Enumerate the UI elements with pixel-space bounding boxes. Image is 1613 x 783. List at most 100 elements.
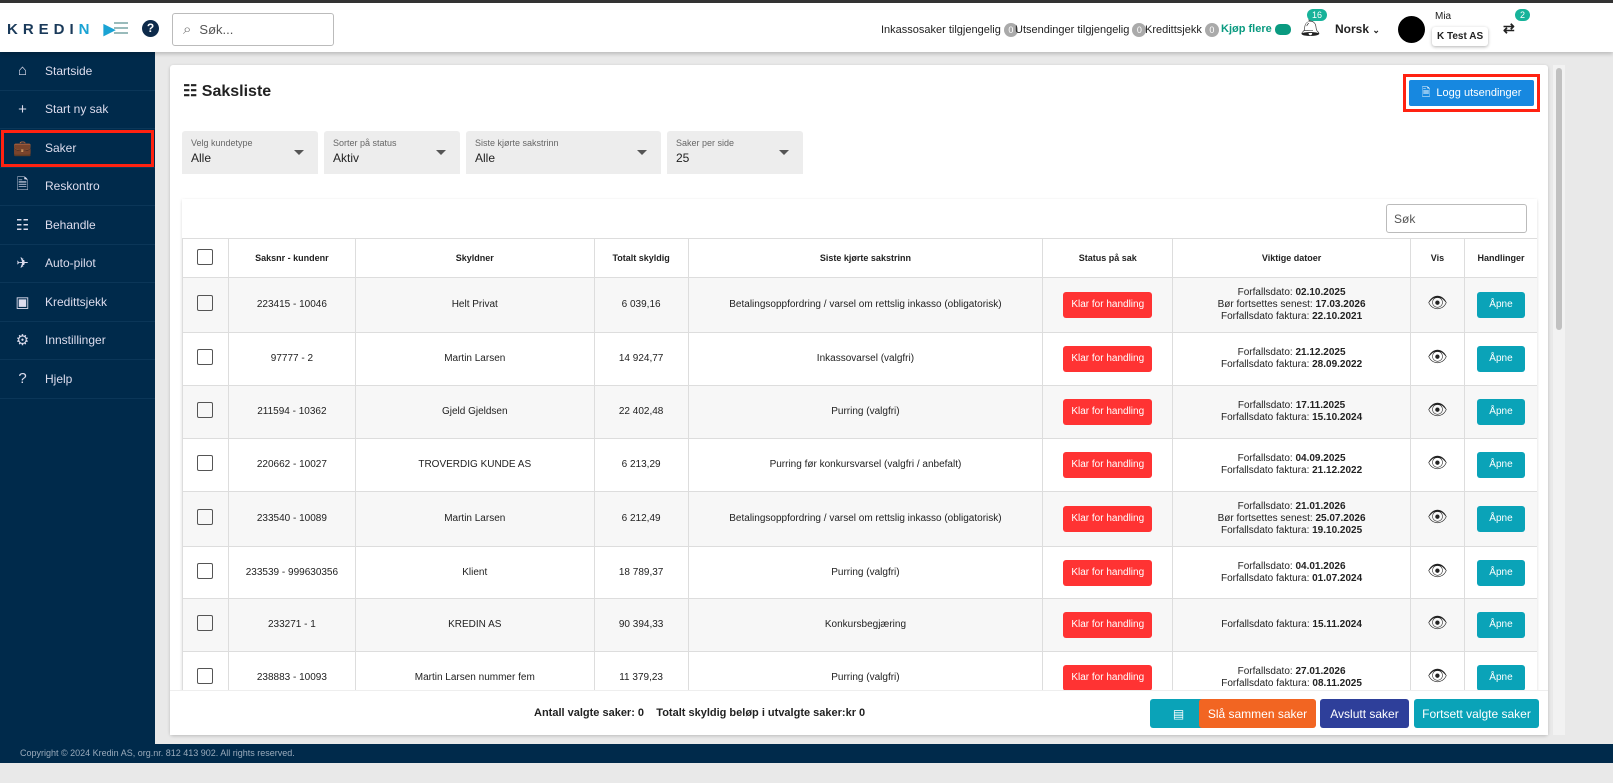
open-button[interactable]: Åpne: [1477, 292, 1525, 318]
sidebar-item-kredittsjekk[interactable]: ▣ Kredittsjekk: [0, 283, 155, 322]
sidebar-item-behandle[interactable]: ☷ Behandle: [0, 206, 155, 245]
filter-select[interactable]: Sorter på status Aktiv: [324, 131, 460, 174]
scrollbar[interactable]: [1553, 65, 1565, 735]
debtor: KREDIN AS: [354, 598, 595, 652]
close-cases-button[interactable]: Avslutt saker: [1320, 699, 1409, 728]
row-checkbox[interactable]: [197, 562, 214, 579]
filter-select[interactable]: Siste kjørte sakstrinn Alle: [466, 131, 661, 174]
last-step: Purring (valgfri): [687, 546, 1044, 599]
sidebar-item-hjelp[interactable]: ? Hjelp: [0, 360, 155, 399]
row-checkbox[interactable]: [197, 509, 214, 525]
case-number: 233539 - 999630356: [227, 546, 356, 599]
column-header: Skyldner: [354, 238, 595, 278]
sidebar-icon: 💼: [13, 139, 32, 157]
sidebar-item-innstillinger[interactable]: ⚙ Innstillinger: [0, 322, 155, 360]
table-row: 233271 - 1 KREDIN AS 90 394,33 Konkursbe…: [182, 598, 1537, 652]
sidebar-item-saker[interactable]: 💼 Saker: [0, 129, 155, 168]
selected-count: Antall valgte saker: 0: [534, 707, 645, 719]
table-row: 211594 - 10362 Gjeld Gjeldsen 22 402,48 …: [182, 385, 1537, 439]
case-table: Søk Saksnr - kundenr Skyldner Totalt skyld…: [182, 199, 1537, 694]
status-badge: Klar for handling: [1063, 399, 1153, 425]
global-search-input[interactable]: ⌕ Søk...: [172, 13, 334, 46]
last-step: Konkursbegjæring: [687, 598, 1044, 652]
open-button[interactable]: Åpne: [1477, 452, 1525, 478]
open-button[interactable]: Åpne: [1477, 559, 1525, 586]
continue-cases-button[interactable]: Fortsett valgte saker: [1414, 699, 1539, 728]
sidebar-item-auto-pilot[interactable]: ✈ Auto-pilot: [0, 245, 155, 283]
case-number: 233540 - 10089: [227, 491, 356, 547]
total-owed: 18 789,37: [593, 546, 689, 599]
table-row: 97777 - 2 Martin Larsen 14 924,77 Inkass…: [182, 332, 1537, 386]
debtor: Martin Larsen: [354, 491, 595, 547]
switch-icon[interactable]: ⇄: [1503, 20, 1515, 37]
important-dates: Forfallsdato: 02.10.2025 Bør fortsettes s…: [1172, 277, 1411, 333]
important-dates: Forfallsdato: 04.01.2026 Forfallsdato fak…: [1172, 546, 1411, 599]
open-button[interactable]: Åpne: [1477, 399, 1525, 425]
case-number: 238883 - 10093: [227, 651, 356, 694]
row-checkbox[interactable]: [197, 402, 214, 418]
status-badge: Klar for handling: [1063, 612, 1153, 638]
status-badge: Klar for handling: [1063, 506, 1153, 532]
sidebar-icon: ▣: [15, 293, 30, 311]
stat-kredittsjekk: Kredittsjekk 0: [1145, 23, 1219, 37]
column-header: Totalt skyldig: [593, 238, 689, 278]
last-step: Betalingsoppfordring / varsel om rettsli…: [687, 277, 1044, 333]
open-button[interactable]: Åpne: [1477, 506, 1525, 532]
case-number: 211594 - 10362: [227, 385, 356, 439]
status-badge: Klar for handling: [1063, 559, 1153, 586]
select-all[interactable]: [182, 238, 229, 278]
table-search-input[interactable]: Søk: [1386, 204, 1527, 233]
row-checkbox[interactable]: [197, 668, 214, 684]
eye-icon[interactable]: 👁︎: [1427, 563, 1447, 580]
switch-badge: 2: [1515, 9, 1531, 21]
language-select[interactable]: Norsk ⌄: [1335, 22, 1380, 36]
help-icon[interactable]: ?: [142, 20, 159, 37]
row-checkbox[interactable]: [197, 455, 214, 471]
case-list-card: ☷ Saksliste 🗎 Logg utsendinger Velg kunde…: [170, 65, 1548, 735]
sidebar: ⌂ Startside + Start ny sak 💼 Saker 🗎 Reskontro ☷…: [0, 52, 155, 744]
open-button[interactable]: Åpne: [1477, 346, 1525, 372]
menu-icon[interactable]: [114, 22, 128, 34]
kredin-logo[interactable]: KREDIN ▶: [7, 20, 120, 38]
total-owed: 14 924,77: [593, 332, 689, 386]
eye-icon[interactable]: 👁︎: [1427, 455, 1447, 472]
row-checkbox[interactable]: [197, 295, 214, 311]
notification-badge: 16: [1307, 9, 1328, 21]
total-owed: 11 379,23: [593, 651, 689, 694]
filter-select[interactable]: Velg kundetype Alle: [182, 131, 318, 174]
important-dates: Forfallsdato: 21.01.2026 Bør fortsettes s…: [1172, 491, 1411, 547]
last-step: Inkassovarsel (valgfri): [687, 332, 1044, 386]
case-number: 233271 - 1: [227, 598, 356, 652]
total-owed: 22 402,48: [593, 385, 689, 439]
sidebar-icon: ⚙: [15, 332, 30, 350]
total-owed: 6 212,49: [593, 491, 689, 547]
company-button[interactable]: K Test AS: [1432, 27, 1488, 46]
logg-utsendinger-button[interactable]: 🗎 Logg utsendinger: [1403, 74, 1540, 112]
eye-icon[interactable]: 👁︎: [1427, 402, 1447, 419]
eye-icon[interactable]: 👁︎: [1427, 295, 1447, 312]
avatar[interactable]: [1398, 16, 1425, 43]
column-header: Saksnr - kundenr: [227, 238, 356, 278]
search-icon: ⌕: [183, 21, 192, 38]
important-dates: Forfallsdato: 17.11.2025 Forfallsdato fak…: [1172, 385, 1411, 439]
sidebar-item-start-ny-sak[interactable]: + Start ny sak: [0, 91, 155, 129]
card-icon: [1274, 23, 1291, 35]
eye-icon[interactable]: 👁︎: [1427, 615, 1447, 632]
dropdown-arrow-icon: [436, 150, 446, 160]
sidebar-item-reskontro[interactable]: 🗎 Reskontro: [0, 168, 155, 206]
table-row: 233539 - 999630356 Klient 18 789,37 Purr…: [182, 546, 1537, 599]
merge-cases-button[interactable]: Slå sammen saker: [1199, 699, 1316, 728]
row-checkbox[interactable]: [197, 615, 214, 631]
table-row: 223415 - 10046 Helt Privat 6 039,16 Beta…: [182, 277, 1537, 333]
sidebar-item-startside[interactable]: ⌂ Startside: [0, 52, 155, 91]
eye-icon[interactable]: 👁︎: [1427, 668, 1447, 685]
buy-more-link[interactable]: Kjøp flere: [1221, 23, 1291, 35]
eye-icon[interactable]: 👁︎: [1427, 509, 1447, 526]
open-button[interactable]: Åpne: [1477, 612, 1525, 638]
row-checkbox[interactable]: [197, 349, 214, 365]
open-button[interactable]: Åpne: [1477, 665, 1525, 691]
filter-select[interactable]: Saker per side 25: [667, 131, 803, 174]
eye-icon[interactable]: 👁︎: [1427, 349, 1447, 366]
status-badge: Klar for handling: [1063, 452, 1153, 478]
total-owed: 6 213,29: [593, 438, 689, 492]
